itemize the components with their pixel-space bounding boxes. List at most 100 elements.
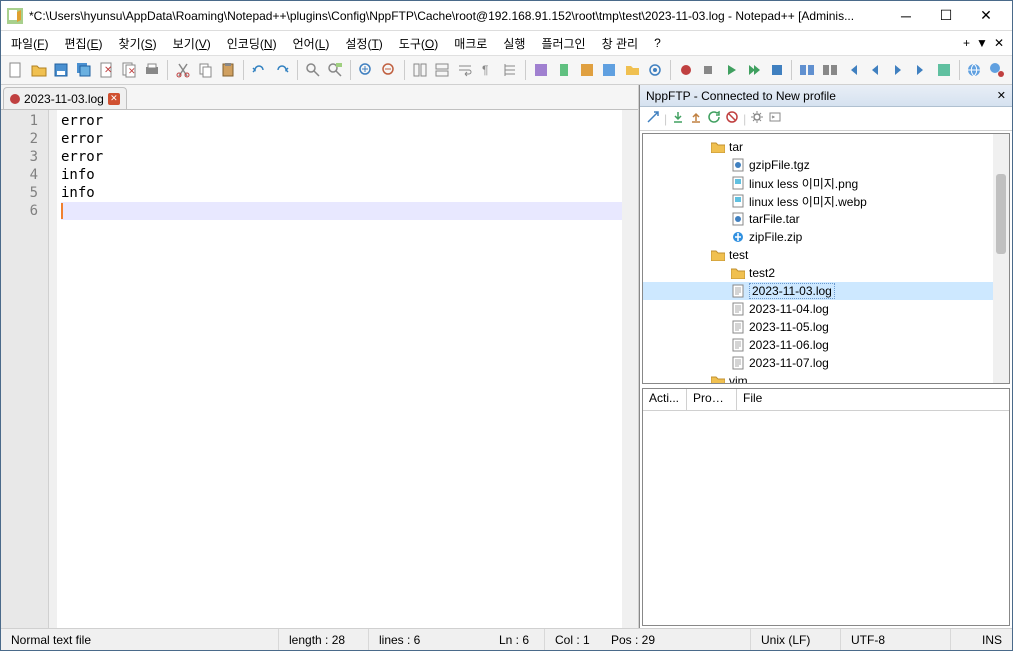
tree-file[interactable]: zipFile.zip (643, 228, 1009, 246)
zoom-out-icon[interactable] (378, 59, 400, 81)
redo-icon[interactable] (271, 59, 293, 81)
menu-help[interactable]: ? (648, 34, 667, 52)
menu-close-icon[interactable]: ✕ (994, 36, 1004, 50)
menu-language[interactable]: 언어(L) (287, 33, 336, 54)
save-icon[interactable] (50, 59, 72, 81)
ftp-settings-icon[interactable] (750, 110, 764, 127)
menu-window[interactable]: 창 관리 (596, 33, 644, 54)
record-icon[interactable] (675, 59, 697, 81)
app-icon (7, 8, 23, 24)
menu-edit[interactable]: 편집(E) (58, 33, 108, 54)
nav-prev-icon[interactable] (865, 59, 887, 81)
maximize-button[interactable]: ☐ (926, 4, 966, 28)
print-icon[interactable] (141, 59, 163, 81)
tree-file[interactable]: 2023-11-04.log (643, 300, 1009, 318)
queue-col-action[interactable]: Acti... (643, 389, 687, 410)
tree-file[interactable]: gzipFile.tgz (643, 156, 1009, 174)
close-all-icon[interactable]: ✕ (119, 59, 141, 81)
tree-file[interactable]: 2023-11-06.log (643, 336, 1009, 354)
tree-folder[interactable]: tar (643, 138, 1009, 156)
paste-icon[interactable] (218, 59, 240, 81)
menu-macro[interactable]: 매크로 (448, 33, 493, 54)
nppftp-icon[interactable] (964, 59, 986, 81)
tree-file[interactable]: linux less 이미지.webp (643, 192, 1009, 210)
code-line[interactable]: error (61, 112, 638, 130)
tree-file[interactable]: linux less 이미지.png (643, 174, 1009, 192)
menu-find[interactable]: 찾기(S) (113, 33, 163, 54)
editor-scrollbar[interactable] (622, 110, 638, 628)
ftp-download-icon[interactable] (671, 110, 685, 127)
code-line[interactable]: error (61, 130, 638, 148)
menu-encoding[interactable]: 인코딩(N) (221, 33, 283, 54)
tree-file[interactable]: 2023-11-05.log (643, 318, 1009, 336)
ftp-console-icon[interactable] (768, 110, 782, 127)
menu-plugin[interactable]: 플러그인 (535, 33, 591, 54)
nav-first-icon[interactable] (842, 59, 864, 81)
play-icon[interactable] (720, 59, 742, 81)
code-area[interactable]: errorerrorerrorinfoinfo (57, 110, 638, 628)
menu-view[interactable]: 보기(V) (167, 33, 217, 54)
sync-h-icon[interactable] (431, 59, 453, 81)
ud-lang-icon[interactable] (530, 59, 552, 81)
doc-list-icon[interactable] (576, 59, 598, 81)
func-list-icon[interactable] (599, 59, 621, 81)
svg-text:✕: ✕ (128, 66, 136, 76)
show-all-icon[interactable]: ¶ (477, 59, 499, 81)
copy-icon[interactable] (195, 59, 217, 81)
open-file-icon[interactable] (28, 59, 50, 81)
nav-last-icon[interactable] (910, 59, 932, 81)
tree-file[interactable]: 2023-11-07.log (643, 354, 1009, 372)
cut-icon[interactable] (172, 59, 194, 81)
wrap-icon[interactable] (454, 59, 476, 81)
close-button[interactable]: ✕ (966, 4, 1006, 28)
code-line[interactable]: info (61, 166, 638, 184)
tree-scrollbar[interactable] (993, 134, 1009, 383)
compare-icon[interactable] (796, 59, 818, 81)
queue-col-progress[interactable]: Progr... (687, 389, 737, 410)
queue-col-file[interactable]: File (737, 389, 1009, 410)
tree-file[interactable]: 2023-11-03.log (643, 282, 1009, 300)
menu-tools[interactable]: 도구(O) (393, 33, 444, 54)
ftp-connect-icon[interactable] (646, 110, 660, 127)
editor[interactable]: 123456 errorerrorerrorinfoinfo (1, 109, 638, 628)
new-file-icon[interactable] (5, 59, 27, 81)
stop-icon[interactable] (697, 59, 719, 81)
diff-icon[interactable] (933, 59, 955, 81)
close-file-icon[interactable]: ✕ (96, 59, 118, 81)
compare-clear-icon[interactable] (819, 59, 841, 81)
doc-map-icon[interactable] (553, 59, 575, 81)
save-macro-icon[interactable] (766, 59, 788, 81)
file-tab[interactable]: 2023-11-03.log ✕ (3, 87, 127, 109)
code-line[interactable]: info (61, 184, 638, 202)
indent-guide-icon[interactable] (500, 59, 522, 81)
nav-next-icon[interactable] (887, 59, 909, 81)
zoom-in-icon[interactable] (355, 59, 377, 81)
folder-panel-icon[interactable] (621, 59, 643, 81)
nppftp-settings-icon[interactable] (986, 59, 1008, 81)
ftp-tree[interactable]: targzipFile.tgzlinux less 이미지.pnglinux l… (642, 133, 1010, 384)
tree-folder[interactable]: vim (643, 372, 1009, 384)
save-all-icon[interactable] (73, 59, 95, 81)
menu-file[interactable]: 파일(F) (5, 33, 54, 54)
tree-folder[interactable]: test2 (643, 264, 1009, 282)
undo-icon[interactable] (248, 59, 270, 81)
sync-v-icon[interactable] (409, 59, 431, 81)
tree-folder[interactable]: test (643, 246, 1009, 264)
ftp-abort-icon[interactable] (725, 110, 739, 127)
menu-add-icon[interactable]: + (963, 36, 970, 50)
code-line[interactable]: error (61, 148, 638, 166)
play-multi-icon[interactable] (743, 59, 765, 81)
replace-icon[interactable] (325, 59, 347, 81)
tree-file[interactable]: tarFile.tar (643, 210, 1009, 228)
menu-settings[interactable]: 설정(T) (339, 33, 388, 54)
menu-dropdown-icon[interactable]: ▼ (976, 36, 988, 50)
menu-run[interactable]: 실행 (497, 33, 531, 54)
minimize-button[interactable]: ─ (886, 4, 926, 28)
tab-close-icon[interactable]: ✕ (108, 93, 120, 105)
ftp-refresh-icon[interactable] (707, 110, 721, 127)
code-line[interactable] (61, 202, 638, 220)
monitor-icon[interactable] (644, 59, 666, 81)
ftp-upload-icon[interactable] (689, 110, 703, 127)
find-icon[interactable] (302, 59, 324, 81)
nppftp-close-icon[interactable]: ✕ (997, 89, 1006, 102)
